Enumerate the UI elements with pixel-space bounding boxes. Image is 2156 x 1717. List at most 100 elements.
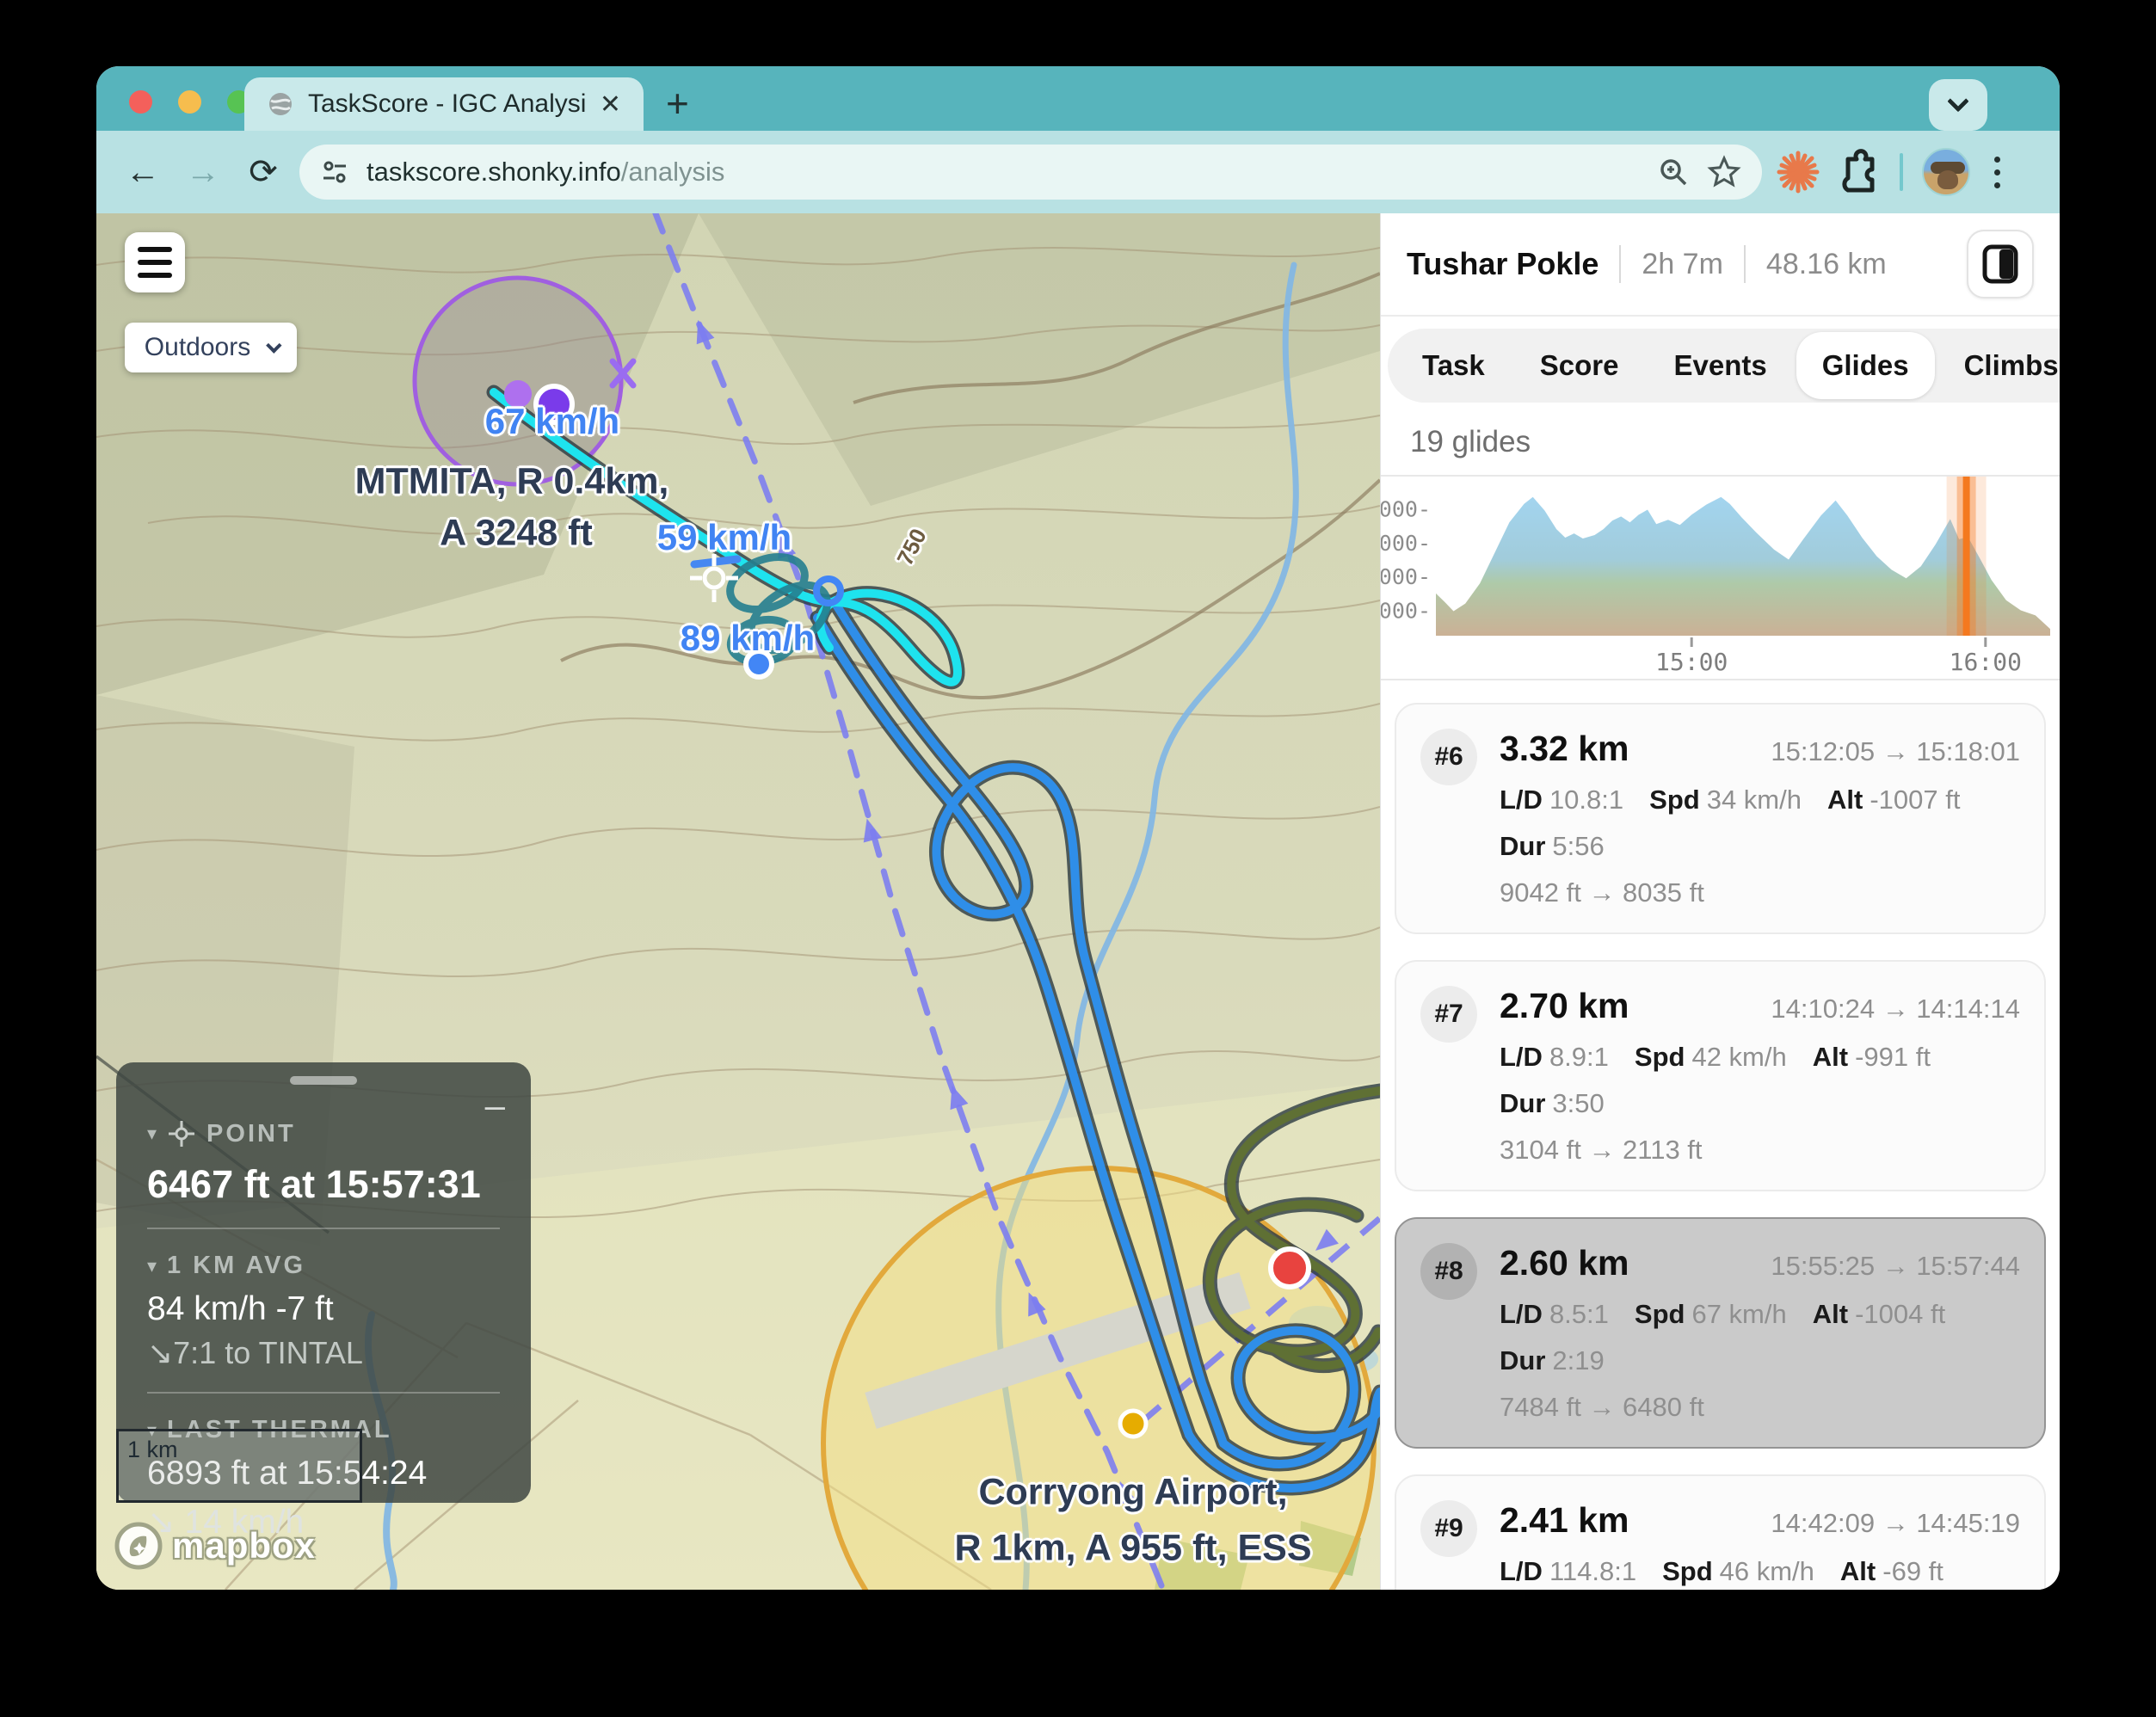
caret-down-icon[interactable]: ▾ [147,1255,157,1277]
avg-label: 1 KM AVG [167,1252,305,1280]
zoom-page-icon[interactable] [1657,156,1690,188]
collapse-panel-button[interactable]: – [485,1097,505,1114]
new-tab-button[interactable]: + [666,80,689,126]
selected-glide-highlight [1963,477,1970,636]
chevron-down-icon [266,337,281,353]
chevron-down-icon [1947,90,1968,112]
tab-events[interactable]: Events [1648,332,1793,399]
point-section-header[interactable]: ▾ POINT [147,1119,500,1148]
browser-tab[interactable]: TaskScore - IGC Analysis ✕ [244,77,644,131]
x-axis-tick: 16:00 [1950,648,2022,674]
ld-label: L/D [1500,785,1543,815]
glide-altitudes: 3104 ft → 2113 ft [1500,1135,2020,1166]
menu-kebab-icon[interactable] [1982,157,2012,188]
analysis-sidebar: Tushar Pokle 2h 7m 48.16 km Task Score E… [1380,213,2060,1590]
site-settings-icon[interactable] [320,157,349,187]
glide-time-range: 15:12:05 → 15:18:01 [1771,736,2020,767]
avg-value: 84 km/h -7 ft [147,1290,500,1328]
glide-number-badge: #8 [1420,1243,1477,1300]
alt-label: Alt [1813,1299,1848,1329]
dur-value: 5:56 [1552,831,1604,861]
toggle-panel-button[interactable] [1967,230,2034,298]
spd-value: 46 km/h [1720,1556,1814,1586]
extensions-puzzle-icon[interactable] [1834,149,1881,195]
spd-label: Spd [1649,785,1700,815]
glide-time-range: 14:10:24 → 14:14:14 [1771,994,2020,1025]
glides-count: 19 glides [1381,403,2060,475]
mapbox-logo-icon [114,1521,163,1571]
browser-titlebar: TaskScore - IGC Analysis ✕ + [96,66,2060,131]
crosshair-icon [167,1119,196,1148]
ld-value: 114.8:1 [1549,1556,1636,1586]
glide-number-badge: #7 [1420,986,1477,1043]
reload-button[interactable]: ⟳ [239,148,287,196]
forward-button[interactable]: → [179,148,227,196]
analysis-tabs: Task Score Events Glides Climbs Sinks [1388,329,2060,403]
speed-label-89: 89 km/h [681,618,815,659]
close-window-button[interactable] [129,90,152,114]
window-controls [129,90,250,114]
ld-value: 8.5:1 [1549,1299,1609,1329]
map-style-value: Outdoors [145,333,250,362]
tab-climbs[interactable]: Climbs [1938,332,2060,399]
dur-label: Dur [1500,1088,1545,1118]
alt-label: Alt [1813,1042,1848,1072]
close-tab-icon[interactable]: ✕ [600,89,621,120]
glide-list: #6 3.32 km 15:12:05 → 15:18:01 L/D10.8:1… [1381,680,2060,1590]
toolbar-divider [1900,153,1903,191]
glide-number-badge: #9 [1420,1500,1477,1557]
glide-time-range: 14:42:09 → 14:45:19 [1771,1508,2020,1539]
divider [147,1392,500,1394]
glide-card[interactable]: #9 2.41 km 14:42:09 → 14:45:19 L/D114.8:… [1395,1474,2046,1590]
minimize-window-button[interactable] [178,90,201,114]
tab-score[interactable]: Score [1514,332,1645,399]
back-button[interactable]: ← [119,148,167,196]
hamburger-icon [138,247,172,252]
map-style-selector[interactable]: Outdoors [125,323,297,372]
avg-section-header[interactable]: ▾ 1 KM AVG [147,1252,500,1280]
speed-label-67: 67 km/h [485,401,619,442]
bookmark-star-icon[interactable] [1707,155,1741,189]
dur-value: 3:50 [1552,1088,1604,1118]
y-axis-tick: 2000- [1381,599,1431,624]
drag-handle[interactable] [290,1076,357,1085]
spd-label: Spd [1635,1299,1685,1329]
speed-label-59: 59 km/h [657,517,792,558]
glide-card[interactable]: #6 3.32 km 15:12:05 → 15:18:01 L/D10.8:1… [1395,703,2046,934]
glide-card-selected[interactable]: #8 2.60 km 15:55:25 → 15:57:44 L/D8.5:1 … [1395,1217,2046,1449]
tab-task[interactable]: Task [1396,332,1511,399]
elevation-chart[interactable]: 8000-6000-4000-2000-15:0016:00 [1381,475,2060,680]
map-menu-button[interactable] [125,232,185,292]
caret-down-icon[interactable]: ▾ [147,1123,157,1145]
ess-dot[interactable] [1120,1411,1146,1437]
alt-label: Alt [1840,1556,1876,1586]
ld-label: L/D [1500,1556,1543,1586]
glide-distance: 2.41 km [1500,1500,1629,1541]
url-path: /analysis [621,157,725,187]
spd-value: 67 km/h [1691,1299,1786,1329]
divider [1744,245,1746,283]
glide-card[interactable]: #7 2.70 km 14:10:24 → 14:14:14 L/D8.9:1 … [1395,960,2046,1191]
ld-value: 8.9:1 [1549,1042,1609,1072]
point-label: POINT [206,1120,296,1148]
y-axis-tick: 6000- [1381,531,1431,556]
spd-value: 42 km/h [1691,1042,1786,1072]
glide-altitudes: 9042 ft → 8035 ft [1500,877,2020,908]
flight-map[interactable]: 67 km/h MTMITA, R 0.4km, A 3248 ft 59 km… [96,213,1380,1590]
url-text[interactable]: taskscore.shonky.info/analysis [367,157,1640,188]
alt-value: -991 ft [1855,1042,1931,1072]
divider [1619,245,1621,283]
landing-dot[interactable] [1271,1249,1309,1287]
glide-distance: 2.70 km [1500,986,1629,1026]
ld-value: 10.8:1 [1549,785,1623,815]
flight-duration: 2h 7m [1642,248,1723,281]
extension-starburst-icon[interactable] [1774,148,1822,196]
mapbox-attribution[interactable]: mapbox [114,1521,316,1571]
y-axis-tick: 8000- [1381,497,1431,522]
tab-glides[interactable]: Glides [1796,332,1935,399]
glide-time-range: 15:55:25 → 15:57:44 [1771,1251,2020,1282]
profile-avatar[interactable] [1922,148,1970,196]
address-bar[interactable]: taskscore.shonky.info/analysis [299,145,1762,200]
tab-search-button[interactable] [1929,79,1987,131]
alt-value: -1004 ft [1855,1299,1945,1329]
